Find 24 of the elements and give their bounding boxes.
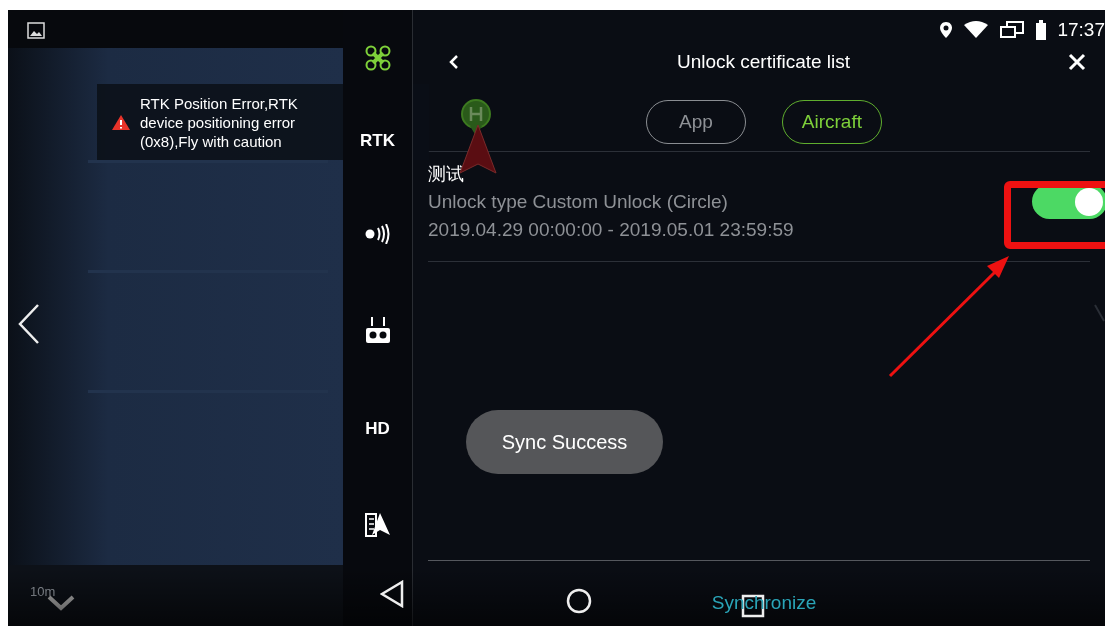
status-time: 17:37 [1057,20,1105,39]
validity-period: 2019.04.29 00:00:00 - 2019.05.01 23:59:59 [428,218,794,242]
sidebar-label[interactable]: RTK [360,131,395,149]
map-navigation-icon[interactable] [364,511,391,537]
chevron-right-icon [1094,304,1105,322]
close-icon[interactable] [1068,53,1086,71]
screens-icon [999,19,1026,40]
chevron-down-icon[interactable] [46,594,76,612]
sidebar-label[interactable]: HD [365,419,390,437]
map-scale: 10m [30,583,56,601]
wifi-icon [963,20,990,39]
signal-icon[interactable] [363,224,392,244]
remote-controller-icon[interactable] [364,316,391,344]
warning-text: RTK Position Error,RTK device positioning error (0x8),Fly with caution [140,93,299,151]
sync-success-toast: Sync Success [466,410,663,474]
unlock-type-text: Unlock type Custom Unlock (Circle) [428,190,729,214]
image-icon[interactable] [27,22,45,39]
battery-icon [1035,19,1048,40]
warning-icon [111,113,131,131]
certificate-name: 测试 [428,163,465,186]
back-icon[interactable] [449,54,459,70]
drone-icon[interactable] [364,45,391,71]
location-pin-icon [939,20,954,39]
screen-title: Unlock certificate list [675,49,852,74]
